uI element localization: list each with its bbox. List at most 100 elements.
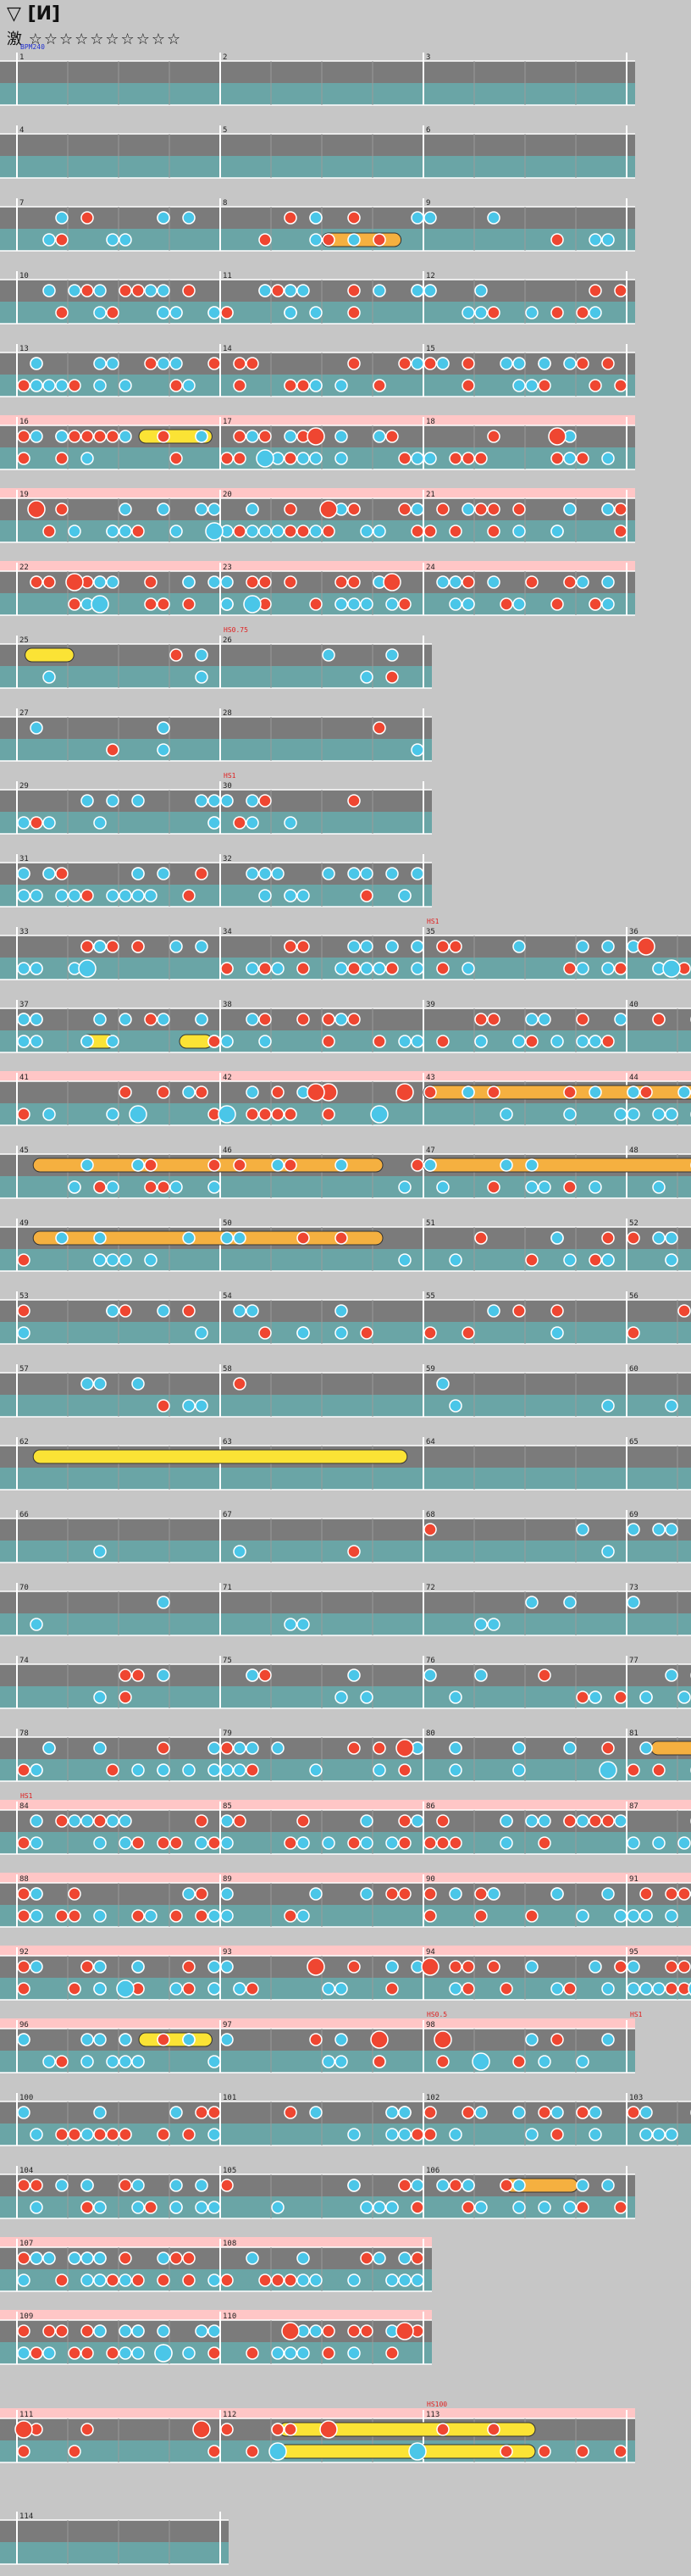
measure-number: 103 <box>629 2094 643 2102</box>
lane-upper <box>0 717 432 739</box>
ka-note <box>80 1814 94 1828</box>
don-note <box>284 525 297 538</box>
ka-note <box>157 502 170 516</box>
measure-number: 18 <box>426 418 435 426</box>
don-note <box>119 2179 132 2192</box>
ka-note <box>17 1326 30 1340</box>
ka-note <box>284 430 297 443</box>
lane-lower <box>0 1613 691 1635</box>
ka-note <box>17 2106 30 2119</box>
don-note <box>538 379 551 392</box>
ka-note <box>80 2128 94 2141</box>
don-note <box>258 233 272 247</box>
ka-note <box>309 2273 323 2287</box>
ka-note <box>360 962 373 975</box>
don-note <box>385 430 399 443</box>
ka-note <box>195 1399 208 1413</box>
ka-note <box>601 1399 615 1413</box>
ka-note <box>68 1814 81 1828</box>
don-note <box>93 1180 107 1194</box>
don-note <box>182 1960 196 1974</box>
ka-note <box>538 1814 551 1828</box>
don-note <box>576 2445 589 2458</box>
don-note <box>347 794 361 808</box>
ka-note <box>614 1108 627 1121</box>
ka-note <box>284 1618 297 1631</box>
measure-number: 13 <box>19 345 29 353</box>
don-note <box>17 2324 30 2338</box>
don-note <box>144 1180 158 1194</box>
don-note <box>17 1982 30 1996</box>
lane-lower <box>0 83 635 105</box>
ka-note <box>93 1741 107 1755</box>
ka-note <box>462 306 475 319</box>
ka-note <box>169 1982 183 1996</box>
ka-note <box>550 2106 564 2119</box>
lane-lower <box>0 1759 691 1781</box>
measure-number: 36 <box>629 928 638 936</box>
ka-note <box>271 1158 285 1172</box>
ka-note <box>182 1763 196 1777</box>
big-ka-note <box>662 959 681 978</box>
don-note <box>423 357 437 370</box>
big-ka-note <box>268 2442 287 2461</box>
ka-note <box>157 1304 170 1318</box>
ka-note <box>576 1909 589 1923</box>
don-note <box>258 575 272 589</box>
don-note <box>106 430 119 443</box>
ka-note <box>334 1013 348 1026</box>
don-note <box>296 1013 310 1026</box>
don-note <box>80 430 94 443</box>
ka-note <box>296 1326 310 1340</box>
don-note <box>271 2273 285 2287</box>
ka-note <box>144 284 158 297</box>
ka-note <box>131 2179 145 2192</box>
ka-note <box>30 1013 43 1026</box>
ka-note <box>106 233 119 247</box>
don-note <box>462 2106 475 2119</box>
ka-note <box>80 2251 94 2265</box>
don-note <box>119 1304 132 1318</box>
ka-note <box>131 2324 145 2338</box>
measure-number: 33 <box>19 928 29 936</box>
ka-note <box>80 1158 94 1172</box>
don-note <box>462 575 475 589</box>
ka-note <box>360 1887 373 1901</box>
don-note <box>169 1836 183 1850</box>
ka-note <box>627 1523 640 1536</box>
ka-note <box>17 816 30 830</box>
ka-note <box>93 1982 107 1996</box>
ka-note <box>258 867 272 880</box>
measure-number: 106 <box>426 2167 439 2175</box>
measure-number: 107 <box>19 2240 33 2248</box>
don-note <box>525 575 539 589</box>
don-note <box>550 452 564 465</box>
ka-note <box>271 962 285 975</box>
ka-note <box>589 2106 602 2119</box>
don-note <box>271 1085 285 1099</box>
lane-lower <box>0 1468 691 1490</box>
don-note <box>119 2128 132 2141</box>
don-note <box>220 962 234 975</box>
ka-note <box>157 2324 170 2338</box>
ka-note <box>334 1158 348 1172</box>
don-note <box>423 1909 437 1923</box>
ka-note <box>385 1960 399 1974</box>
ka-note <box>576 962 589 975</box>
ka-note <box>677 1085 691 1099</box>
ka-note <box>563 357 577 370</box>
don-note <box>182 1304 196 1318</box>
ka-note <box>271 525 285 538</box>
ka-note <box>360 1814 373 1828</box>
measure-number: 87 <box>629 1802 638 1811</box>
don-note <box>601 1741 615 1755</box>
ka-note <box>42 670 56 684</box>
measure-number: 11 <box>223 272 232 280</box>
event-label: HS1 <box>630 2011 643 2018</box>
ka-note <box>627 1909 640 1923</box>
ka-note <box>525 379 539 392</box>
ka-note <box>296 889 310 902</box>
don-note <box>284 940 297 953</box>
measure-number: 4 <box>19 126 24 135</box>
ka-note <box>17 1013 30 1026</box>
